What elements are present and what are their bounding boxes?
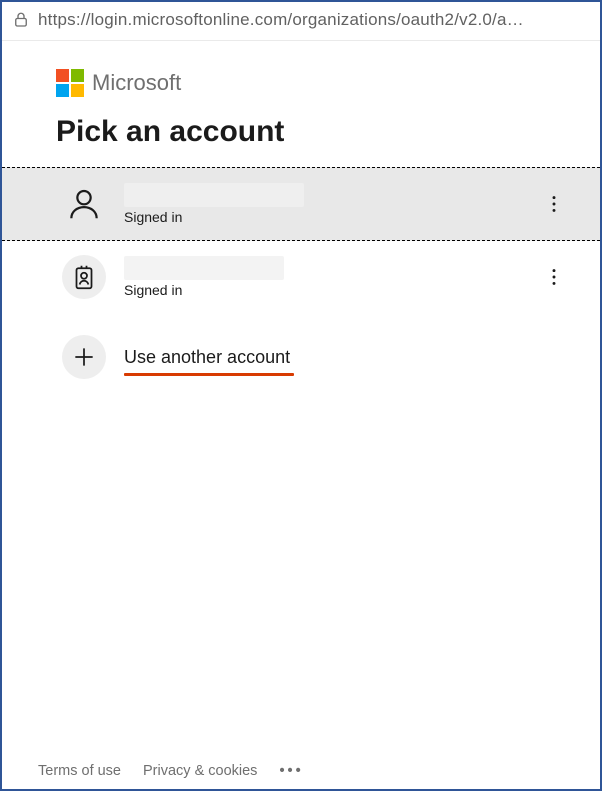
privacy-link[interactable]: Privacy & cookies xyxy=(143,763,257,779)
account-labels: Signed in xyxy=(124,256,522,298)
page-title: Pick an account xyxy=(56,115,564,149)
more-options-button[interactable] xyxy=(540,263,568,291)
person-icon xyxy=(62,182,106,226)
more-options-button[interactable] xyxy=(540,190,568,218)
lock-icon xyxy=(12,11,30,29)
account-status: Signed in xyxy=(124,282,522,298)
account-name-redacted xyxy=(124,183,304,207)
account-row[interactable]: Signed in xyxy=(2,241,600,313)
microsoft-brand: Microsoft xyxy=(56,69,564,97)
footer-links: Terms of use Privacy & cookies ••• xyxy=(2,763,600,779)
microsoft-logo-icon xyxy=(56,69,84,97)
footer-more-button[interactable]: ••• xyxy=(279,763,303,779)
account-labels: Signed in xyxy=(124,183,522,225)
id-badge-icon xyxy=(62,255,106,299)
annotation-underline xyxy=(124,373,294,376)
terms-link[interactable]: Terms of use xyxy=(38,763,121,779)
address-url[interactable]: https://login.microsoftonline.com/organi… xyxy=(38,10,524,30)
plus-icon xyxy=(62,335,106,379)
account-list: Signed in xyxy=(2,167,600,401)
account-name-redacted xyxy=(124,256,284,280)
brand-name: Microsoft xyxy=(92,70,181,96)
use-another-account-label-wrap: Use another account xyxy=(124,347,290,368)
address-bar: https://login.microsoftonline.com/organi… xyxy=(2,2,600,41)
use-another-account-button[interactable]: Use another account xyxy=(2,313,600,401)
use-another-account-label: Use another account xyxy=(124,347,290,367)
account-status: Signed in xyxy=(124,209,522,225)
more-vertical-icon xyxy=(543,266,565,288)
more-vertical-icon xyxy=(543,193,565,215)
account-row[interactable]: Signed in xyxy=(2,167,600,241)
